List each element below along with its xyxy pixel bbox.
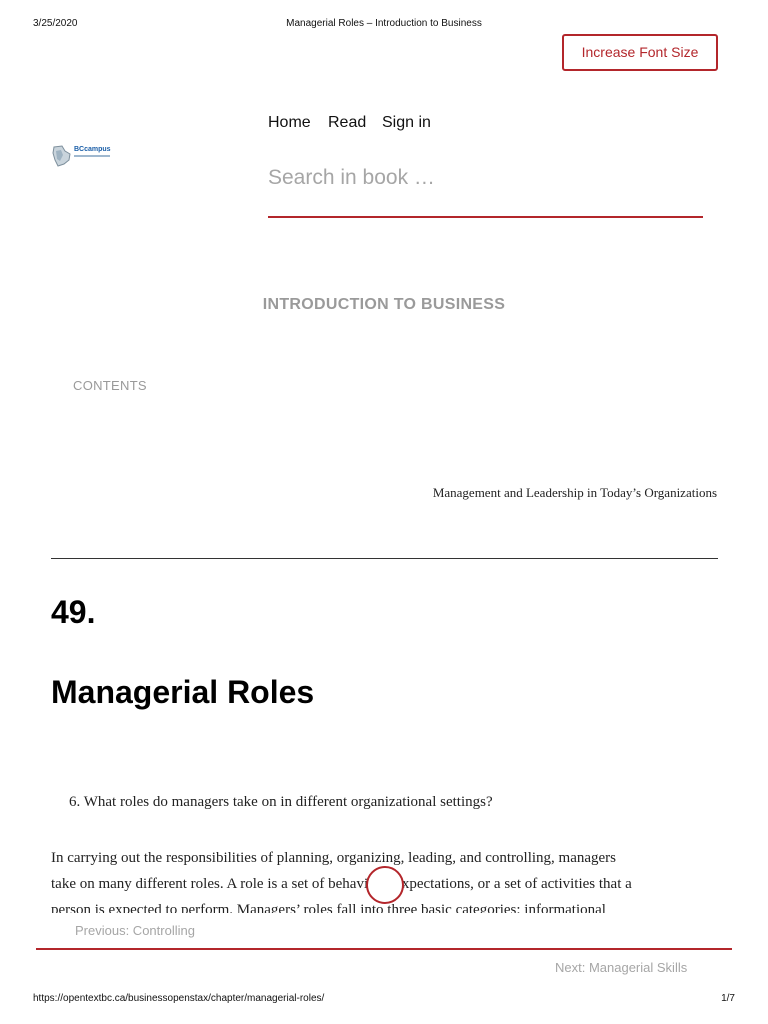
nav-sign-in[interactable]: Sign in (382, 114, 431, 132)
search-underline (268, 216, 703, 218)
learning-objective: 6. What roles do managers take on in dif… (69, 794, 493, 810)
page-title: Managerial Roles (51, 674, 315, 710)
contents-toggle[interactable]: CONTENTS (73, 378, 147, 393)
increase-font-size-button[interactable]: Increase Font Size (562, 34, 718, 71)
nav-read[interactable]: Read (328, 114, 366, 132)
nav-home[interactable]: Home (268, 114, 311, 132)
print-url: https://opentextbc.ca/businessopenstax/c… (33, 993, 325, 1004)
book-title[interactable]: INTRODUCTION TO BUSINESS (0, 296, 768, 314)
next-link[interactable]: Next: Managerial Skills (555, 960, 687, 975)
scroll-to-top-button[interactable] (366, 866, 404, 904)
divider (51, 558, 718, 559)
previous-link[interactable]: Previous: Controlling (75, 923, 195, 938)
bc-map-icon (52, 145, 71, 167)
print-title: Managerial Roles – Introduction to Busin… (286, 18, 482, 29)
logo-text: BCcampus (74, 146, 111, 153)
print-page-number: 1/7 (721, 993, 735, 1004)
chapter-number: 49. (51, 594, 96, 630)
part-title: Management and Leadership in Today’s Org… (432, 485, 717, 500)
nav-divider (36, 948, 732, 950)
search-input[interactable] (268, 163, 700, 193)
logo-tagline-bar (74, 155, 110, 157)
bccampus-logo[interactable]: BCcampus (52, 145, 112, 167)
